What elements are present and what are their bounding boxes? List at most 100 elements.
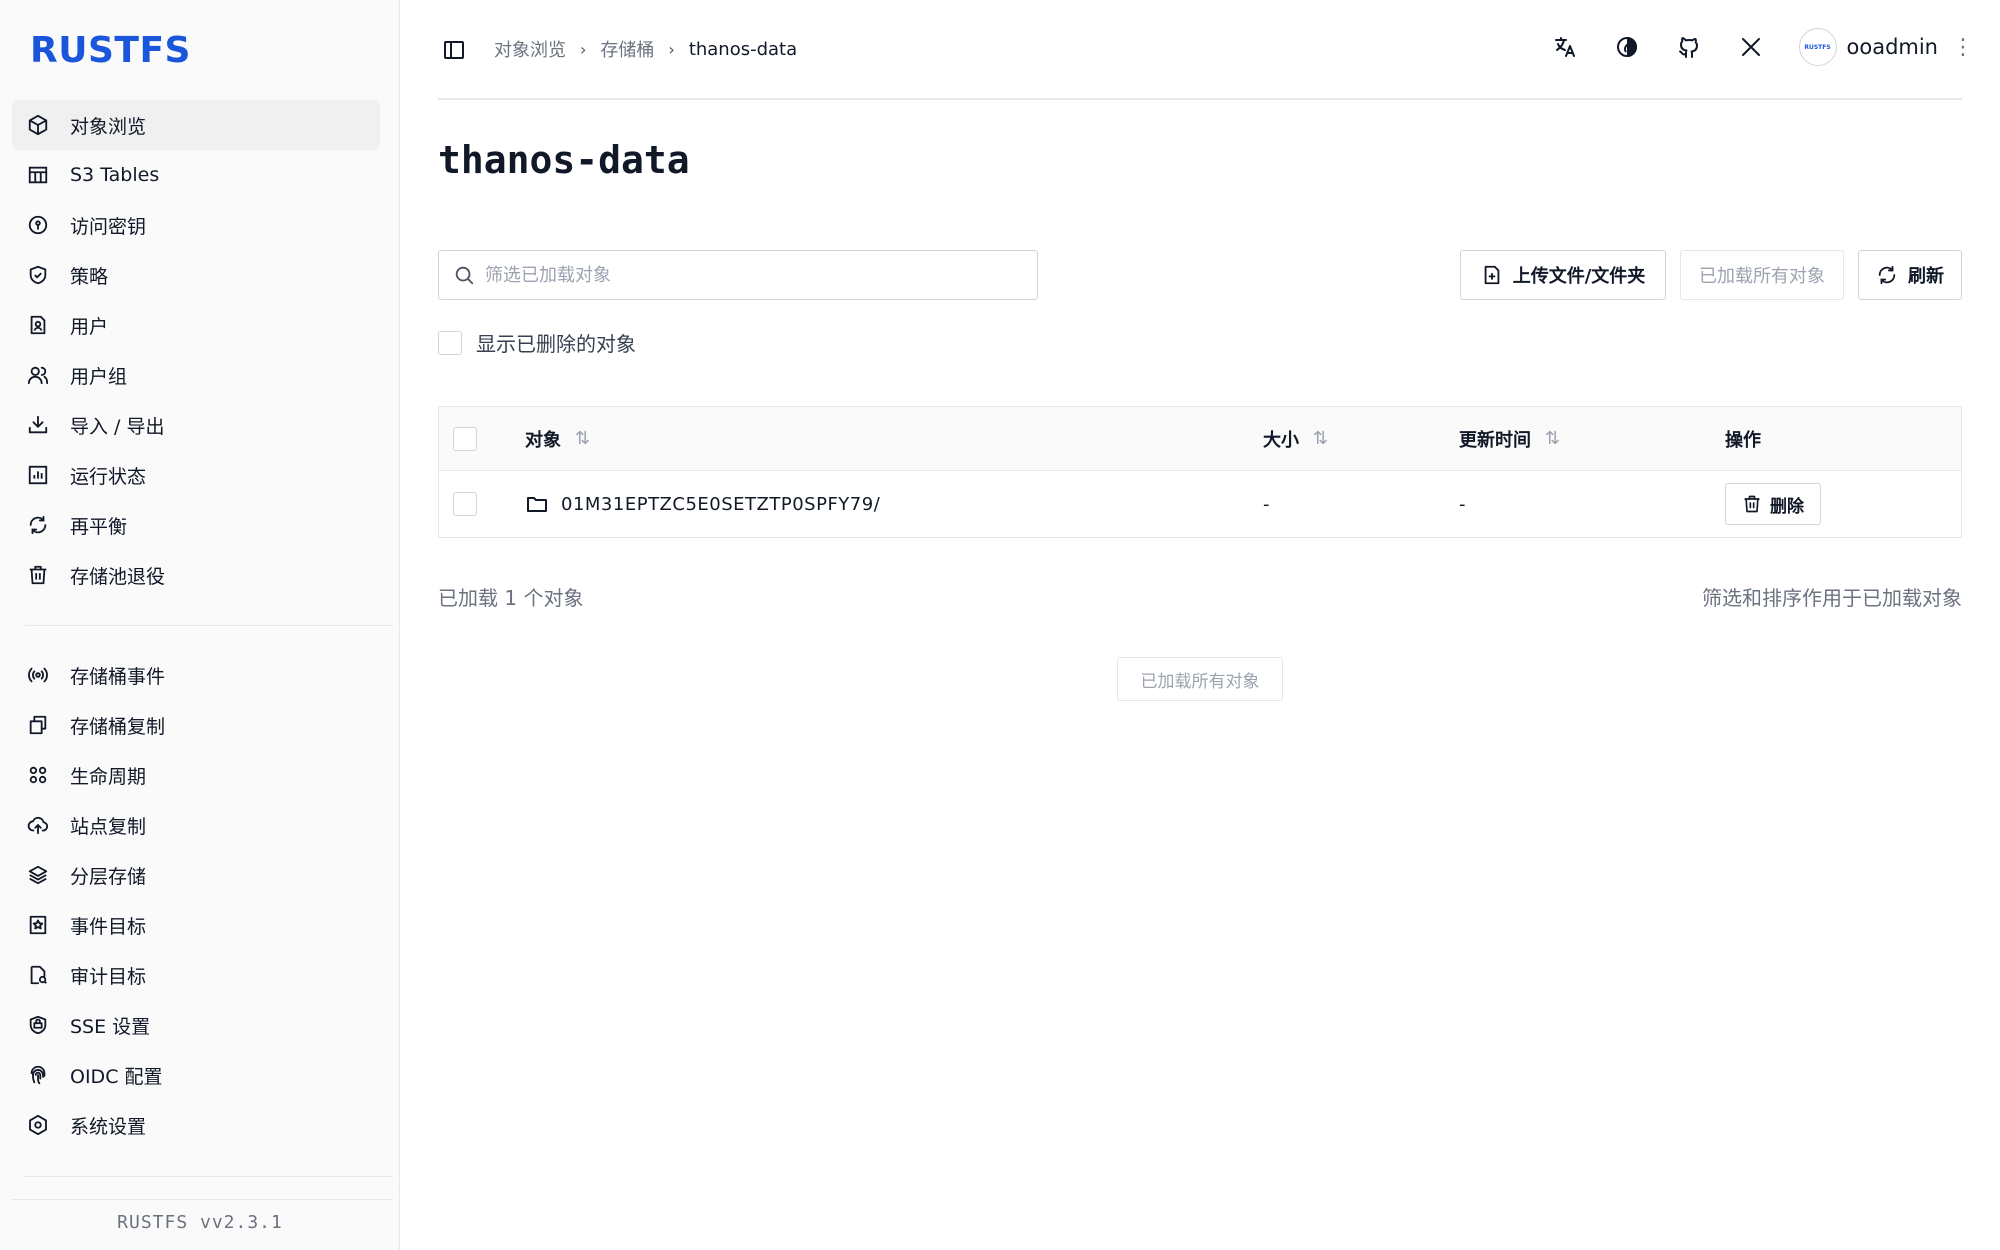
top-bar: 对象浏览 › 存储桶 › thanos-data RUSTFS ooadmin …: [438, 0, 1974, 100]
sidebar-divider: [25, 1176, 393, 1177]
sidebar-toggle-icon[interactable]: [442, 38, 466, 62]
upload-button[interactable]: 上传文件/文件夹: [1460, 250, 1666, 300]
header-size[interactable]: 大小 ⇅: [1263, 407, 1328, 470]
x-twitter-icon[interactable]: [1737, 33, 1765, 61]
file-plus-icon: [1484, 265, 1500, 285]
sidebar-divider: [25, 625, 393, 626]
sidebar-item-label: 审计目标: [70, 965, 147, 988]
trash-icon: [26, 563, 50, 587]
breadcrumb-item-buckets[interactable]: 存储桶: [600, 36, 654, 62]
translate-icon[interactable]: [1551, 33, 1579, 61]
sidebar-item-import-export[interactable]: 导入 / 导出: [12, 400, 380, 450]
delete-button[interactable]: 删除: [1725, 483, 1821, 525]
settings-hex-icon: [26, 1113, 50, 1137]
header-actions: RUSTFS ooadmin ⋮: [1517, 28, 1974, 66]
search-field: [438, 250, 1038, 300]
refresh-button-label: 刷新: [1908, 266, 1944, 287]
sidebar-item-s3-tables[interactable]: S3 Tables: [12, 150, 380, 200]
sidebar-divider: [12, 1199, 393, 1200]
object-name-cell[interactable]: 01M31EPTZC5E0SETZTP0SPFY79/: [525, 471, 880, 537]
loaded-count: 已加载 1 个对象: [438, 586, 584, 610]
sidebar-item-label: SSE 设置: [70, 1015, 151, 1038]
sidebar-item-label: 存储桶事件: [70, 665, 166, 688]
header-object[interactable]: 对象 ⇅: [525, 407, 590, 470]
row-select-cell: [453, 471, 477, 537]
sort-icon[interactable]: ⇅: [1545, 428, 1560, 449]
layers-icon: [26, 863, 50, 887]
more-vertical-icon[interactable]: ⋮: [1952, 35, 1974, 60]
sidebar-item-event-targets[interactable]: 事件目标: [12, 900, 380, 950]
sidebar-item-lifecycle[interactable]: 生命周期: [12, 750, 380, 800]
sidebar-item-system-settings[interactable]: 系统设置: [12, 1100, 380, 1150]
cube-icon: [26, 113, 50, 137]
cloud-upload-icon: [26, 813, 50, 837]
sidebar-item-label: OIDC 配置: [70, 1065, 163, 1088]
nav-group-bucket: 存储桶事件 存储桶复制 生命周期 站点复制 分层存储 事件目标 审计目标 SSE…: [12, 650, 380, 1150]
sidebar-item-pool-decommission[interactable]: 存储池退役: [12, 550, 380, 600]
delete-button-label: 删除: [1770, 496, 1804, 516]
sidebar-item-label: 存储桶复制: [70, 715, 166, 738]
sidebar-item-rebalance[interactable]: 再平衡: [12, 500, 380, 550]
folder-icon: [527, 497, 547, 512]
avatar[interactable]: RUSTFS: [1798, 28, 1837, 66]
sidebar-item-object-browser[interactable]: 对象浏览: [12, 100, 380, 150]
theme-toggle-icon[interactable]: [1613, 33, 1641, 61]
sidebar-item-label: 站点复制: [70, 815, 147, 838]
chevron-right-icon: ›: [668, 39, 675, 59]
github-icon[interactable]: [1675, 33, 1703, 61]
sidebar-item-label: 存储池退役: [70, 565, 166, 588]
sort-icon[interactable]: ⇅: [1313, 428, 1328, 449]
sidebar-item-label: 策略: [70, 265, 109, 288]
row-checkbox[interactable]: [453, 492, 477, 516]
show-deleted-label: 显示已删除的对象: [476, 332, 636, 356]
sidebar-item-label: 生命周期: [70, 765, 147, 788]
sidebar-item-sse-settings[interactable]: SSE 设置: [12, 1000, 380, 1050]
sidebar-item-access-keys[interactable]: 访问密钥: [12, 200, 380, 250]
header-object-label: 对象: [525, 429, 561, 451]
star-bookmark-icon: [26, 913, 50, 937]
table-row[interactable]: 01M31EPTZC5E0SETZTP0SPFY79/ - - 删除: [439, 471, 1961, 537]
search-input[interactable]: [485, 264, 1037, 286]
sidebar-item-label: 运行状态: [70, 465, 147, 488]
header-actions-label: 操作: [1725, 429, 1761, 451]
object-size: -: [1263, 493, 1270, 515]
sidebar-item-site-replication[interactable]: 站点复制: [12, 800, 380, 850]
header-actions: 操作: [1725, 407, 1761, 470]
version-label: RUSTFS vv2.3.1: [117, 1212, 283, 1233]
show-deleted-checkbox[interactable]: [438, 330, 462, 355]
refresh-icon: [1878, 265, 1896, 285]
sidebar-item-label: 对象浏览: [70, 115, 147, 138]
sidebar-item-groups[interactable]: 用户组: [12, 350, 380, 400]
sidebar-item-oidc-config[interactable]: OIDC 配置: [12, 1050, 380, 1100]
breadcrumb-item-object-browser[interactable]: 对象浏览: [494, 36, 566, 62]
user-file-icon: [26, 313, 50, 337]
sidebar-item-audit-targets[interactable]: 审计目标: [12, 950, 380, 1000]
sort-icon[interactable]: ⇅: [575, 428, 590, 449]
objects-table: 对象 ⇅ 大小 ⇅ 更新时间 ⇅ 操作 01M31EPTZC5E0SETZTP0…: [438, 406, 1962, 538]
refresh-button[interactable]: 刷新: [1858, 250, 1962, 300]
users-icon: [26, 363, 50, 387]
username[interactable]: ooadmin: [1847, 35, 1939, 59]
all-loaded-footer-button[interactable]: 已加载所有对象: [1117, 657, 1283, 701]
object-updated: -: [1459, 493, 1466, 515]
download-icon: [26, 413, 50, 437]
object-name[interactable]: 01M31EPTZC5E0SETZTP0SPFY79/: [561, 494, 880, 515]
refresh-icon: [26, 513, 50, 537]
trash-icon: [1744, 495, 1760, 513]
sidebar: RUSTFS 对象浏览 S3 Tables 访问密钥 策略 用户 用户组 导入: [0, 0, 400, 1250]
sidebar-item-tiering[interactable]: 分层存储: [12, 850, 380, 900]
header-updated[interactable]: 更新时间 ⇅: [1459, 407, 1560, 470]
sidebar-item-label: 用户: [70, 315, 109, 338]
sidebar-item-bucket-replication[interactable]: 存储桶复制: [12, 700, 380, 750]
show-deleted-toggle[interactable]: 显示已删除的对象: [438, 328, 636, 357]
chart-icon: [26, 463, 50, 487]
logo: RUSTFS: [30, 30, 191, 71]
all-loaded-button-label: 已加载所有对象: [1699, 266, 1825, 287]
sidebar-item-label: 系统设置: [70, 1115, 147, 1138]
sidebar-item-policies[interactable]: 策略: [12, 250, 380, 300]
all-loaded-button[interactable]: 已加载所有对象: [1680, 250, 1844, 300]
sidebar-item-users[interactable]: 用户: [12, 300, 380, 350]
sidebar-item-bucket-events[interactable]: 存储桶事件: [12, 650, 380, 700]
sidebar-item-status[interactable]: 运行状态: [12, 450, 380, 500]
select-all-checkbox[interactable]: [453, 426, 477, 451]
